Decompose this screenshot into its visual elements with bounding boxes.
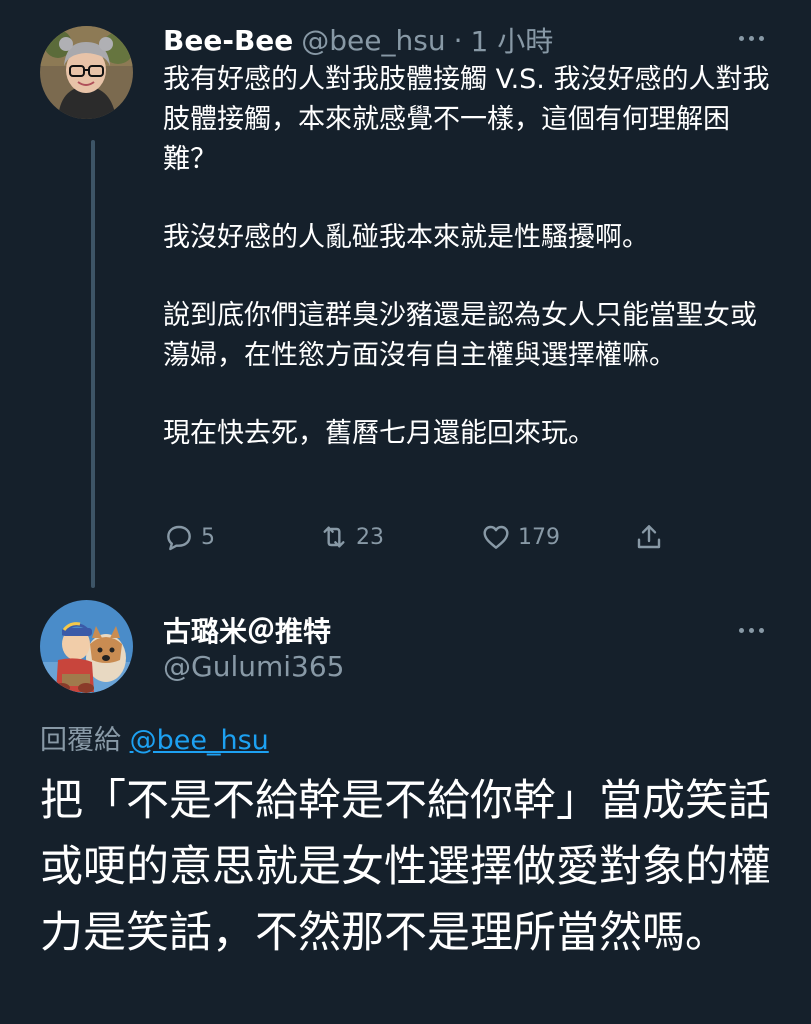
reply-button[interactable]: 5 <box>163 518 215 556</box>
tweet1-more-icon[interactable] <box>731 26 771 50</box>
retweet-icon <box>323 526 345 548</box>
tweet1-paragraph: 我沒好感的人亂碰我本來就是性騷擾啊。 <box>163 222 649 253</box>
tweet2-more-icon[interactable] <box>731 618 771 642</box>
tweet1-paragraph: 現在快去死，舊曆七月還能回來玩。 <box>163 418 595 449</box>
like-count: 179 <box>518 524 560 550</box>
thread-connector-line <box>91 140 95 588</box>
reply-count: 5 <box>201 524 215 550</box>
share-icon <box>637 525 661 549</box>
avatar-image <box>40 26 133 119</box>
tweet-thread: Bee-Bee @bee_hsu · 1 小時 我有好感的人對我肢體接觸 V.S… <box>0 0 811 1024</box>
reply-context: 回覆給 @bee_hsu <box>40 718 269 757</box>
share-button[interactable] <box>633 518 665 556</box>
tweet1-paragraph: 我有好感的人對我肢體接觸 V.S. 我沒好感的人對我肢體接觸，本來就感覺不一樣，… <box>163 64 770 175</box>
tweet2-author-handle[interactable]: @Gulumi365 <box>163 650 344 683</box>
retweet-count: 23 <box>356 524 384 550</box>
reply-prefix: 回覆給 <box>40 725 121 756</box>
tweet2-body: 把「不是不給幹是不給你幹」當成笑話或哽的意思就是女性選擇做愛對象的權力是笑話，不… <box>40 776 771 958</box>
retweet-button[interactable]: 23 <box>318 518 384 556</box>
tweet2-author-name[interactable]: 古璐米＠推特 <box>163 610 331 650</box>
tweet1-timestamp[interactable]: 1 小時 <box>470 20 553 60</box>
like-icon <box>483 525 509 549</box>
tweet1-author-name[interactable]: Bee-Bee <box>163 24 293 57</box>
tweet1-author-handle[interactable]: @bee_hsu <box>301 24 445 57</box>
tweet1-paragraph: 說到底你們這群臭沙豬還是認為女人只能當聖女或蕩婦，在性慾方面沒有自主權與選擇權嘛… <box>163 300 757 371</box>
avatar-gulumi[interactable] <box>40 600 133 693</box>
avatar-bee-bee[interactable] <box>40 26 133 119</box>
tweet1-separator: · <box>453 23 463 57</box>
tweet1-header: Bee-Bee @bee_hsu · 1 小時 <box>163 18 553 62</box>
tweet1-action-bar: 5 23 179 <box>163 518 683 556</box>
like-button[interactable]: 179 <box>480 518 560 556</box>
tweet1-body: 我有好感的人對我肢體接觸 V.S. 我沒好感的人對我肢體接觸，本來就感覺不一樣，… <box>163 60 783 454</box>
reply-icon <box>167 525 191 551</box>
reply-mention-link[interactable]: @bee_hsu <box>130 725 269 756</box>
avatar-image <box>40 600 133 693</box>
